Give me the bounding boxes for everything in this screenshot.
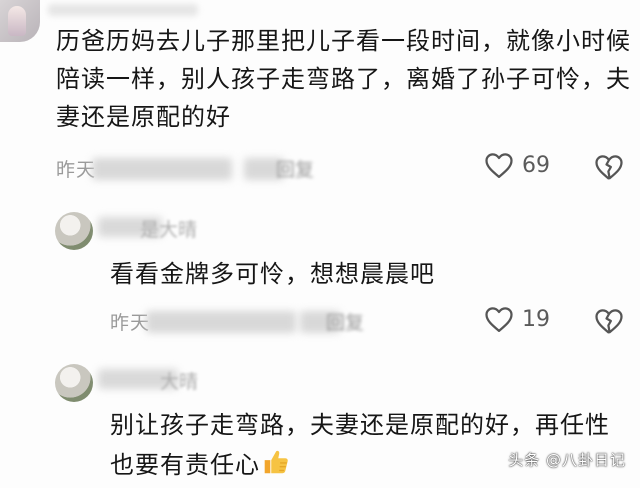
meta-blurred <box>146 311 296 333</box>
reply-avatar[interactable] <box>55 212 93 250</box>
reply-text: 别让孩子走弯路，夫妻还是原配的好，再任性也要有责任心 <box>110 405 625 485</box>
watermark: 头条 @八卦日记 <box>508 451 626 469</box>
like-button[interactable]: 19 <box>484 305 550 333</box>
heart-icon <box>485 307 513 332</box>
reply-time: 昨天 <box>110 312 151 334</box>
comment-time: 昨天 <box>56 159 97 181</box>
reply-text: 看看金牌多可怜，想想晨晨吧 <box>110 260 435 288</box>
username-blurred <box>48 4 198 16</box>
avatar[interactable] <box>0 0 40 42</box>
like-count: 69 <box>522 152 550 178</box>
reply-meta: 昨天 回复 <box>110 308 410 336</box>
broken-heart-icon[interactable] <box>594 307 624 335</box>
like-button[interactable]: 69 <box>484 151 550 179</box>
thumbs-up-icon <box>264 450 288 474</box>
reply-avatar[interactable] <box>55 364 93 402</box>
heart-icon <box>485 153 513 178</box>
comment-meta: 昨天 回复 <box>56 155 346 183</box>
like-count: 19 <box>522 306 550 332</box>
meta-blurred <box>92 158 232 180</box>
broken-heart-icon[interactable] <box>594 153 624 181</box>
reply-username: 是大晴 <box>140 219 198 241</box>
reply-username: 大晴 <box>160 371 199 393</box>
reply-link[interactable]: 回复 <box>276 155 314 182</box>
reply-link[interactable]: 回复 <box>326 308 364 335</box>
comment-text: 历爸历妈去儿子那里把儿子看一段时间，就像小时候陪读一样，别人孩子走弯路了，离婚了… <box>56 27 631 131</box>
